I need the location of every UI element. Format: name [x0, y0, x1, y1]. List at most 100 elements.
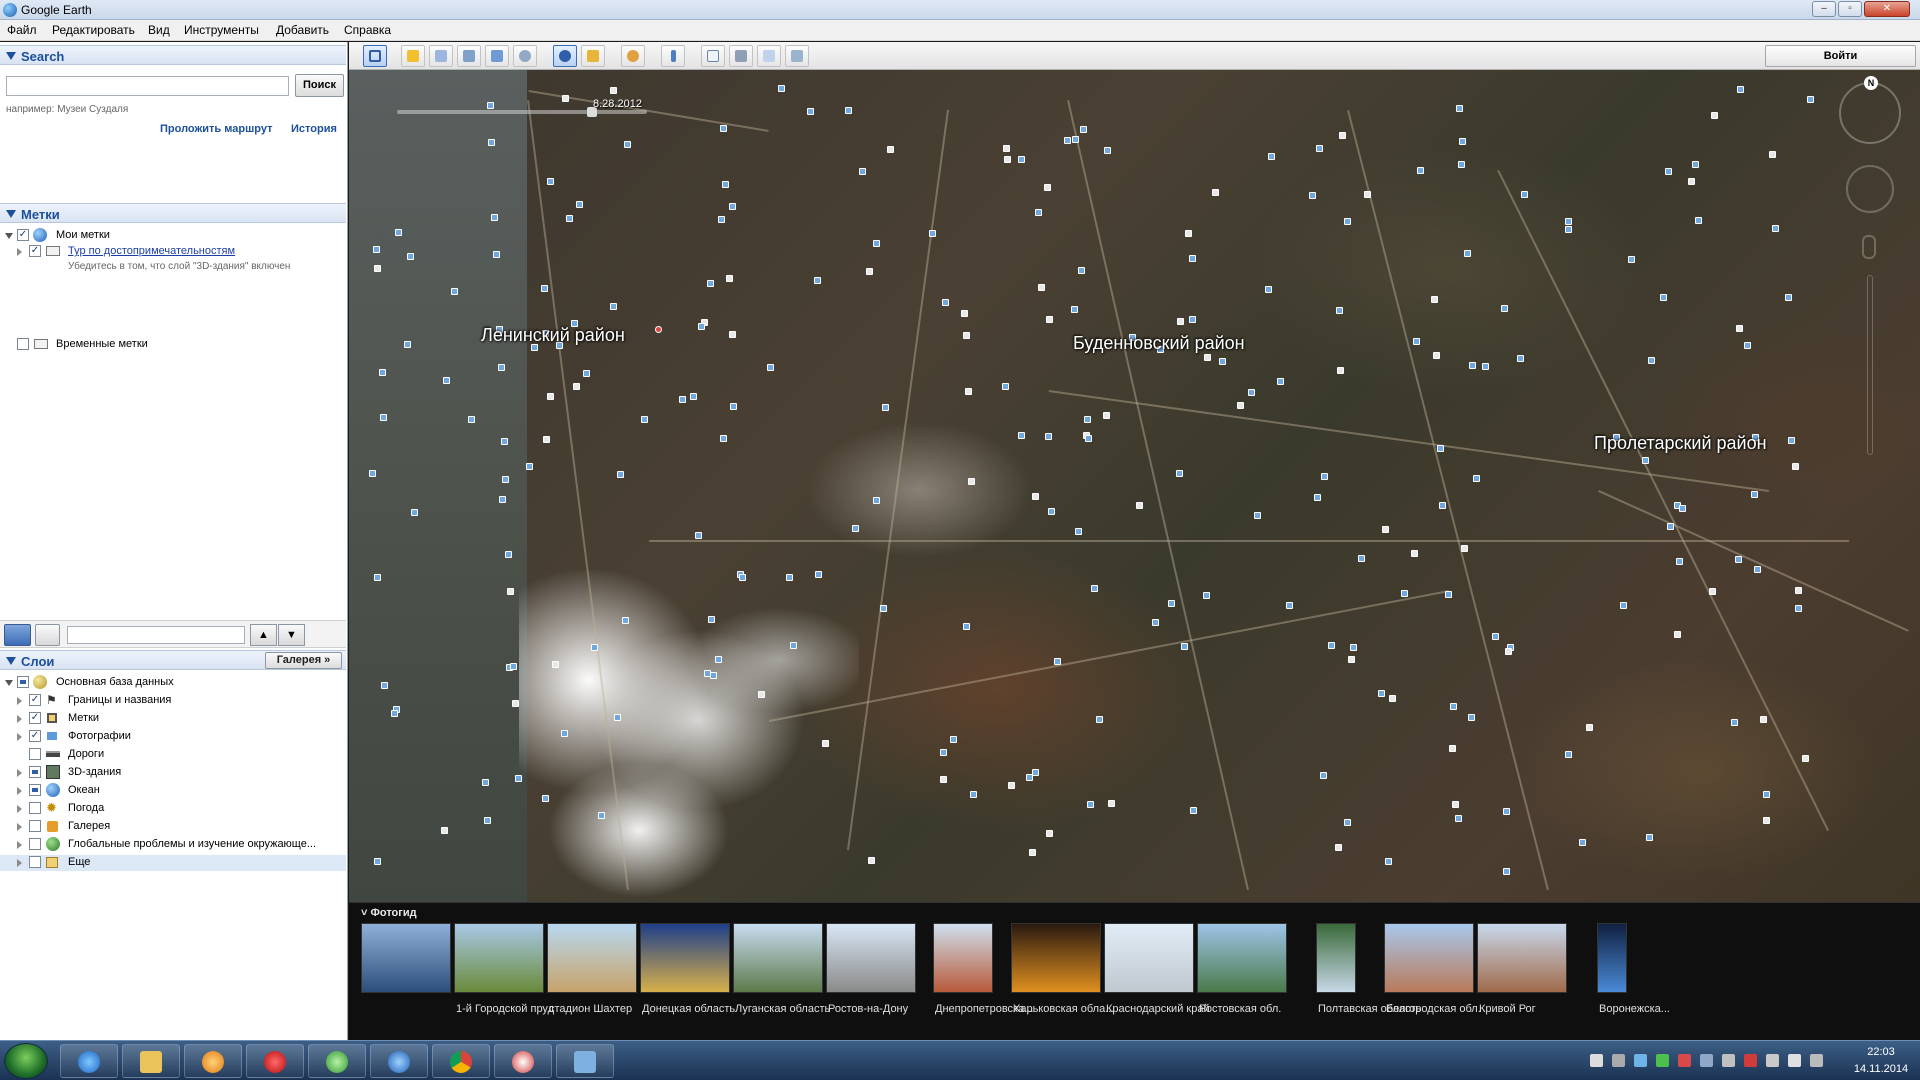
tray-volume-icon[interactable]: [1612, 1054, 1625, 1067]
email-button[interactable]: [701, 45, 725, 67]
photo-caption[interactable]: Воронежска...: [1599, 1003, 1670, 1015]
photo-marker-icon[interactable]: [1620, 602, 1627, 609]
photo-marker-icon[interactable]: [1044, 184, 1051, 191]
photo-marker-icon[interactable]: [790, 642, 797, 649]
layer-checkbox[interactable]: [29, 784, 41, 796]
photo-marker-icon[interactable]: [880, 605, 887, 612]
photo-marker-icon[interactable]: [1433, 352, 1440, 359]
menu-tools[interactable]: Инструменты: [184, 23, 259, 37]
look-joystick[interactable]: [1846, 165, 1894, 213]
photo-marker-icon[interactable]: [1735, 556, 1742, 563]
taskbar-ie[interactable]: [60, 1044, 118, 1078]
photo-marker-icon[interactable]: [845, 107, 852, 114]
photo-marker-icon[interactable]: [1482, 363, 1489, 370]
photo-marker-icon[interactable]: [1802, 755, 1809, 762]
photo-marker-icon[interactable]: [610, 87, 617, 94]
tree-item-temporary-places[interactable]: Временные метки: [0, 337, 340, 353]
photo-marker-icon[interactable]: [1268, 153, 1275, 160]
photo-marker-icon[interactable]: [404, 341, 411, 348]
move-down-button[interactable]: ▼: [278, 624, 305, 646]
photo-marker-icon[interactable]: [487, 102, 494, 109]
street-view-pegman-icon[interactable]: [1862, 235, 1876, 259]
photo-marker-icon[interactable]: [708, 616, 715, 623]
photo-marker-icon[interactable]: [1108, 800, 1115, 807]
photo-marker-icon[interactable]: [1565, 218, 1572, 225]
photo-marker-icon[interactable]: [610, 303, 617, 310]
photo-marker-icon[interactable]: [1731, 719, 1738, 726]
photo-marker-icon[interactable]: [704, 670, 711, 677]
tray-network-icon[interactable]: [1590, 1054, 1603, 1067]
expand-icon[interactable]: [17, 859, 22, 867]
photo-marker-icon[interactable]: [698, 323, 705, 330]
zoom-slider[interactable]: [1867, 275, 1873, 455]
photo-marker-icon[interactable]: [576, 201, 583, 208]
minimize-button[interactable]: –: [1812, 1, 1836, 17]
photo-marker-icon[interactable]: [970, 791, 977, 798]
photo-marker-icon[interactable]: [778, 85, 785, 92]
tray-speaker-icon[interactable]: [1810, 1054, 1823, 1067]
photo-marker-icon[interactable]: [373, 246, 380, 253]
photo-caption[interactable]: Кривой Рог: [1479, 1003, 1536, 1015]
photo-marker-icon[interactable]: [1358, 555, 1365, 562]
start-button[interactable]: [4, 1043, 48, 1079]
menu-view[interactable]: Вид: [148, 23, 170, 37]
clock-date[interactable]: 14.11.2014: [1846, 1063, 1916, 1075]
photo-marker-icon[interactable]: [369, 470, 376, 477]
photo-marker-icon[interactable]: [1046, 316, 1053, 323]
compass-control[interactable]: N: [1839, 76, 1901, 144]
photo-marker-icon[interactable]: [488, 139, 495, 146]
photo-marker-icon[interactable]: [1204, 354, 1211, 361]
add-polygon-button[interactable]: [429, 45, 453, 67]
layer-checkbox[interactable]: [29, 856, 41, 868]
photo-marker-icon[interactable]: [1035, 209, 1042, 216]
photo-marker-icon[interactable]: [1679, 505, 1686, 512]
photo-marker-icon[interactable]: [1795, 587, 1802, 594]
photo-marker-icon[interactable]: [1328, 642, 1335, 649]
layer-photos[interactable]: ✓ Фотографии: [0, 729, 340, 745]
gallery-button[interactable]: Галерея »: [265, 652, 342, 669]
photo-marker-icon[interactable]: [961, 310, 968, 317]
photo-marker-icon[interactable]: [1411, 550, 1418, 557]
photo-caption[interactable]: Ростовская обл.: [1199, 1003, 1281, 1015]
photo-marker-icon[interactable]: [950, 736, 957, 743]
print-button[interactable]: [729, 45, 753, 67]
photo-marker-icon[interactable]: [1763, 817, 1770, 824]
photo-marker-icon[interactable]: [726, 275, 733, 282]
photo-marker-icon[interactable]: [1458, 161, 1465, 168]
photo-marker-icon[interactable]: [1439, 502, 1446, 509]
photo-marker-icon[interactable]: [767, 364, 774, 371]
menu-edit[interactable]: Редактировать: [52, 23, 135, 37]
photo-marker-icon[interactable]: [547, 178, 554, 185]
layer-checkbox[interactable]: [29, 748, 41, 760]
tree-item-label[interactable]: Тур по достопримечательностям: [68, 245, 235, 257]
photo-marker-icon[interactable]: [542, 795, 549, 802]
layer-3d-buildings[interactable]: 3D-здания: [0, 765, 340, 781]
photo-marker-icon[interactable]: [451, 288, 458, 295]
photo-marker-icon[interactable]: [1468, 714, 1475, 721]
photo-caption[interactable]: Луганская область: [735, 1003, 830, 1015]
photo-marker-icon[interactable]: [1087, 801, 1094, 808]
photo-marker-icon[interactable]: [1579, 839, 1586, 846]
photo-marker-icon[interactable]: [512, 700, 519, 707]
photo-marker-icon[interactable]: [1018, 156, 1025, 163]
photo-marker-icon[interactable]: [1795, 605, 1802, 612]
photo-marker-icon[interactable]: [695, 532, 702, 539]
place-marker-icon[interactable]: [655, 326, 662, 333]
tray-app-icon[interactable]: [1678, 1054, 1691, 1067]
photo-marker-icon[interactable]: [1212, 189, 1219, 196]
layer-places[interactable]: ✓ Метки: [0, 711, 340, 727]
layer-gallery[interactable]: Галерея: [0, 819, 340, 835]
photo-marker-icon[interactable]: [1075, 528, 1082, 535]
photo-thumbnail[interactable]: [547, 923, 637, 993]
photo-marker-icon[interactable]: [1401, 590, 1408, 597]
district-label[interactable]: Буденновский район: [1073, 333, 1245, 354]
photo-marker-icon[interactable]: [1348, 656, 1355, 663]
photo-marker-icon[interactable]: [1450, 703, 1457, 710]
photo-marker-icon[interactable]: [1667, 523, 1674, 530]
photo-marker-icon[interactable]: [1785, 294, 1792, 301]
photo-marker-icon[interactable]: [1096, 716, 1103, 723]
photo-marker-icon[interactable]: [1521, 191, 1528, 198]
tray-app-icon[interactable]: [1656, 1054, 1669, 1067]
photo-marker-icon[interactable]: [1503, 868, 1510, 875]
photo-thumbnail[interactable]: [1011, 923, 1101, 993]
